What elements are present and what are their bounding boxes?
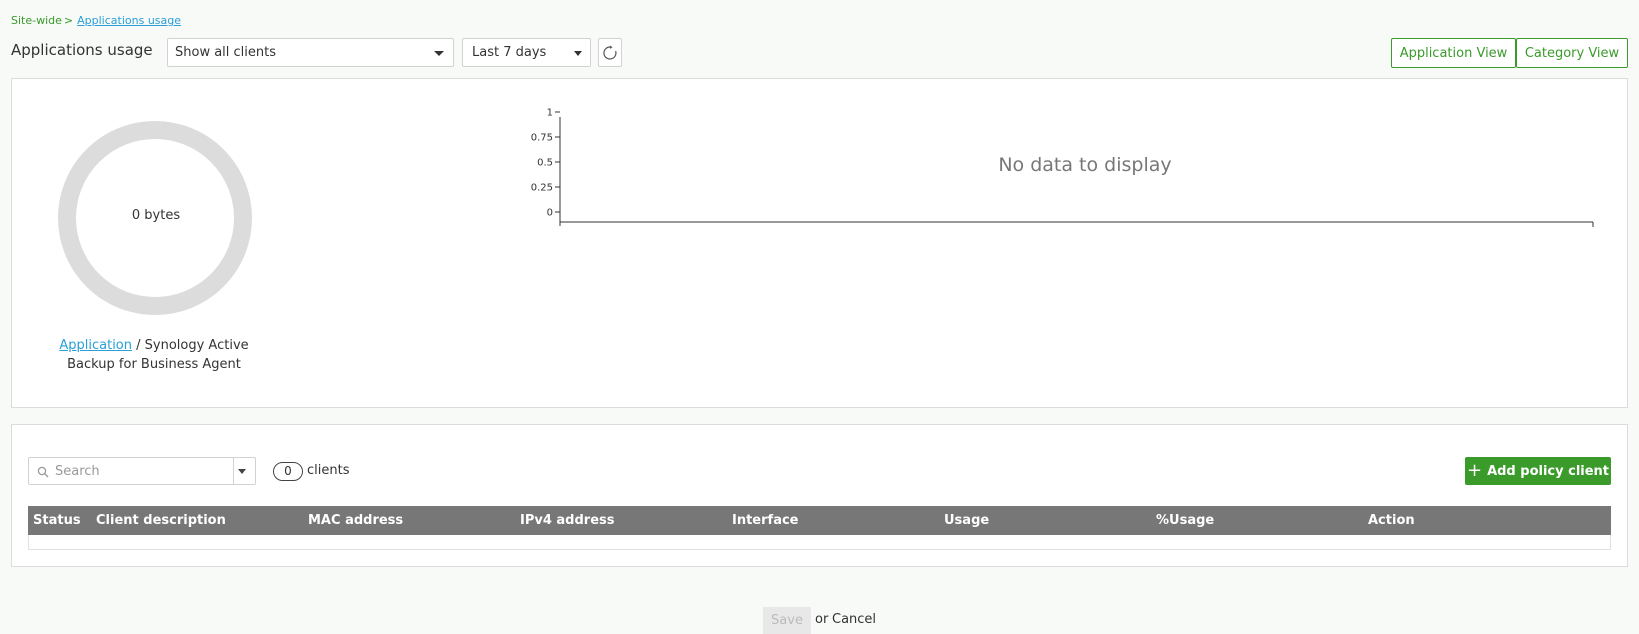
column-header-action: Action <box>1368 513 1415 528</box>
column-header-interface[interactable]: Interface <box>732 513 799 528</box>
clients-table-body <box>28 535 1611 550</box>
y-tick-label: 0.75 <box>531 133 553 144</box>
breadcrumb-separator: > <box>63 14 74 27</box>
client-filter-value: Show all clients <box>175 45 277 60</box>
column-header-usage[interactable]: Usage <box>944 513 989 528</box>
breadcrumb-current-link[interactable]: Applications usage <box>77 14 181 27</box>
time-range-select[interactable]: Last 7 days <box>462 38 591 67</box>
time-range-value: Last 7 days <box>472 45 547 60</box>
breadcrumb-root[interactable]: Site-wide <box>11 14 62 27</box>
y-tick-label: 0.5 <box>537 158 553 169</box>
column-header-mac-address[interactable]: MAC address <box>308 513 403 528</box>
plus-icon: + <box>1466 460 1483 481</box>
application-caption: Application / Synology Active Backup for… <box>44 336 264 374</box>
chevron-down-icon <box>434 51 444 56</box>
clients-table-header: Status Client description MAC address IP… <box>28 506 1611 535</box>
page-title: Applications usage <box>11 41 153 59</box>
client-count-badge: 0 <box>273 462 303 481</box>
refresh-icon <box>603 45 617 60</box>
chevron-down-icon <box>574 51 582 56</box>
column-header-client-description[interactable]: Client description <box>96 513 226 528</box>
y-tick-label: 1 <box>547 108 553 119</box>
search-dropdown-chevron-icon[interactable] <box>238 469 246 474</box>
search-input[interactable] <box>55 462 225 480</box>
application-link[interactable]: Application <box>59 338 132 353</box>
add-policy-client-button[interactable]: + Add policy client <box>1465 457 1611 485</box>
y-tick-label: 0 <box>547 208 553 219</box>
client-filter-select[interactable]: Show all clients <box>167 38 454 67</box>
or-text: or <box>815 612 829 627</box>
column-header-percent-usage[interactable]: %Usage <box>1156 513 1214 528</box>
y-tick-label: 0.25 <box>531 183 553 194</box>
no-data-message: No data to display <box>998 154 1172 176</box>
breadcrumb: Site-wide > Applications usage <box>11 14 181 27</box>
search-box[interactable] <box>28 457 256 485</box>
client-count-label: clients <box>307 463 350 478</box>
search-divider <box>233 458 234 484</box>
save-button[interactable]: Save <box>763 607 811 634</box>
cancel-link[interactable]: Cancel <box>832 612 876 627</box>
column-header-ipv4-address[interactable]: IPv4 address <box>520 513 615 528</box>
donut-center-label: 0 bytes <box>131 208 181 223</box>
add-policy-client-label: Add policy client <box>1487 463 1610 479</box>
refresh-button[interactable] <box>598 38 622 67</box>
application-view-button[interactable]: Application View <box>1391 38 1516 68</box>
category-view-button[interactable]: Category View <box>1516 38 1628 68</box>
column-header-status[interactable]: Status <box>33 513 81 528</box>
search-icon <box>37 466 49 478</box>
